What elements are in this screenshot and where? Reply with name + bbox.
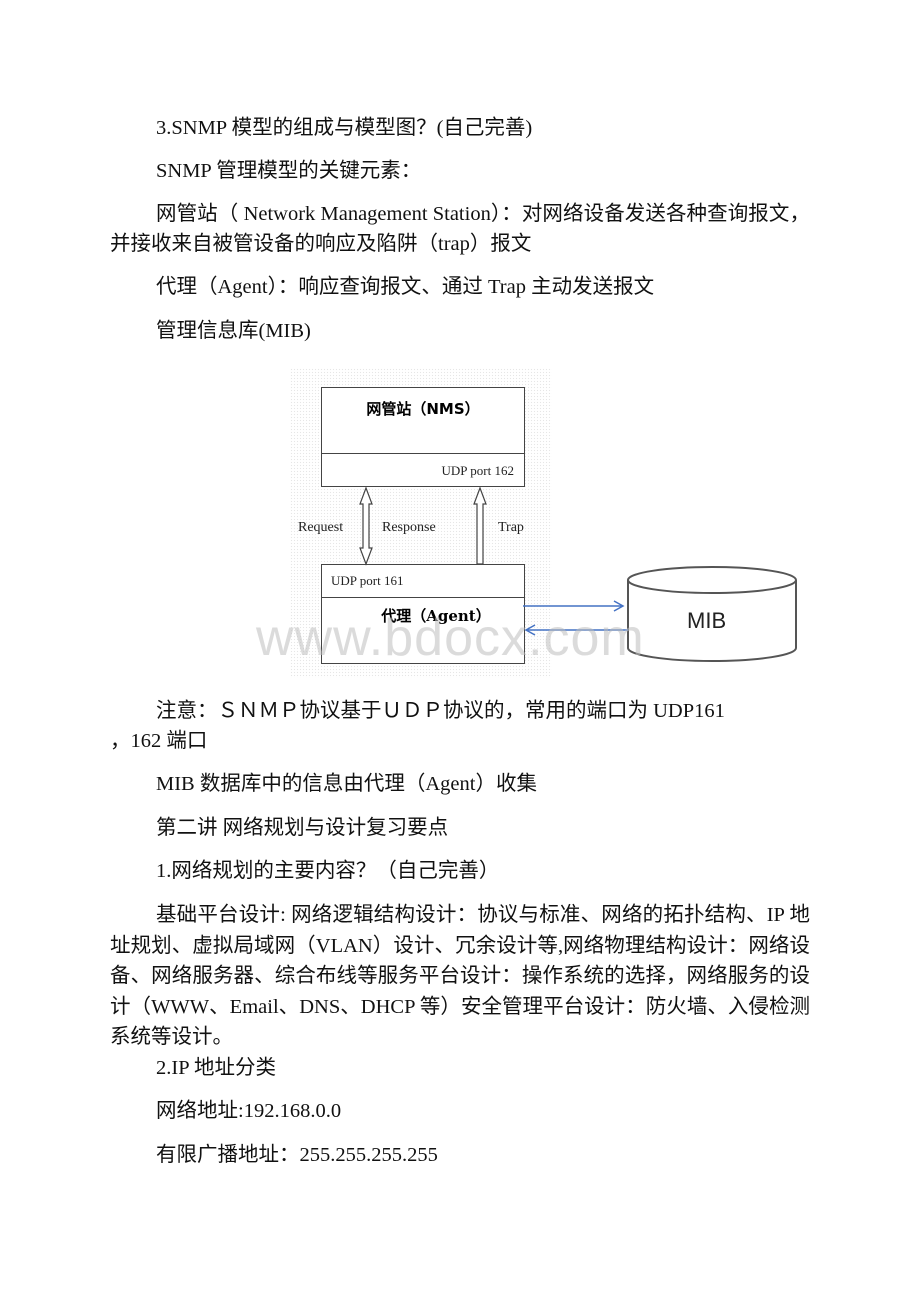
paragraph-note-line1: 注意：ＳＮＭＰ协议基于ＵＤＰ协议的，常用的端口为 UDP161: [156, 700, 725, 722]
snmp-model-diagram: 网管站（NMS） UDP port 162 UDP port 161 代理（Ag…: [290, 368, 810, 678]
paragraph-platform-design: 基础平台设计: 网络逻辑结构设计：协议与标准、网络的拓扑结构、IP 地址规划、虚…: [110, 904, 810, 1048]
request-label: Request: [298, 520, 344, 535]
paragraph-nms-definition: 网管站（ Network Management Station）：对网络设备发送…: [110, 203, 810, 255]
agent-to-mib-arrow: [523, 600, 625, 612]
paragraph-mib-collection: MIB 数据库中的信息由代理（Agent）收集: [156, 773, 537, 795]
mib-to-agent-arrow: [524, 624, 628, 636]
trap-arrow: [473, 486, 487, 565]
paragraph-mib: 管理信息库(MIB): [156, 320, 311, 342]
paragraph-network-address: 网络地址:192.168.0.0: [156, 1100, 342, 1122]
paragraph-limited-broadcast: 有限广播地址：255.255.255.255: [156, 1144, 438, 1166]
section-heading-snmp-model: 3.SNMP 模型的组成与模型图？(自己完善): [156, 117, 533, 139]
heading-ip-classification: 2.IP 地址分类: [156, 1057, 276, 1079]
response-label: Response: [382, 520, 436, 535]
heading-network-planning-content: 1.网络规划的主要内容？（自己完善）: [156, 860, 500, 882]
heading-lecture-two: 第二讲 网络规划与设计复习要点: [156, 817, 449, 839]
mib-label: MIB: [687, 608, 727, 633]
paragraph-snmp-key-elements: SNMP 管理模型的关键元素：: [156, 160, 422, 182]
trap-label: Trap: [498, 520, 524, 535]
request-response-arrow: [359, 486, 373, 566]
paragraph-note-line2: ，162 端口: [110, 730, 208, 752]
diagram-arrows: [359, 486, 797, 662]
paragraph-agent-definition: 代理（Agent）：响应查询报文、通过 Trap 主动发送报文: [156, 276, 655, 298]
